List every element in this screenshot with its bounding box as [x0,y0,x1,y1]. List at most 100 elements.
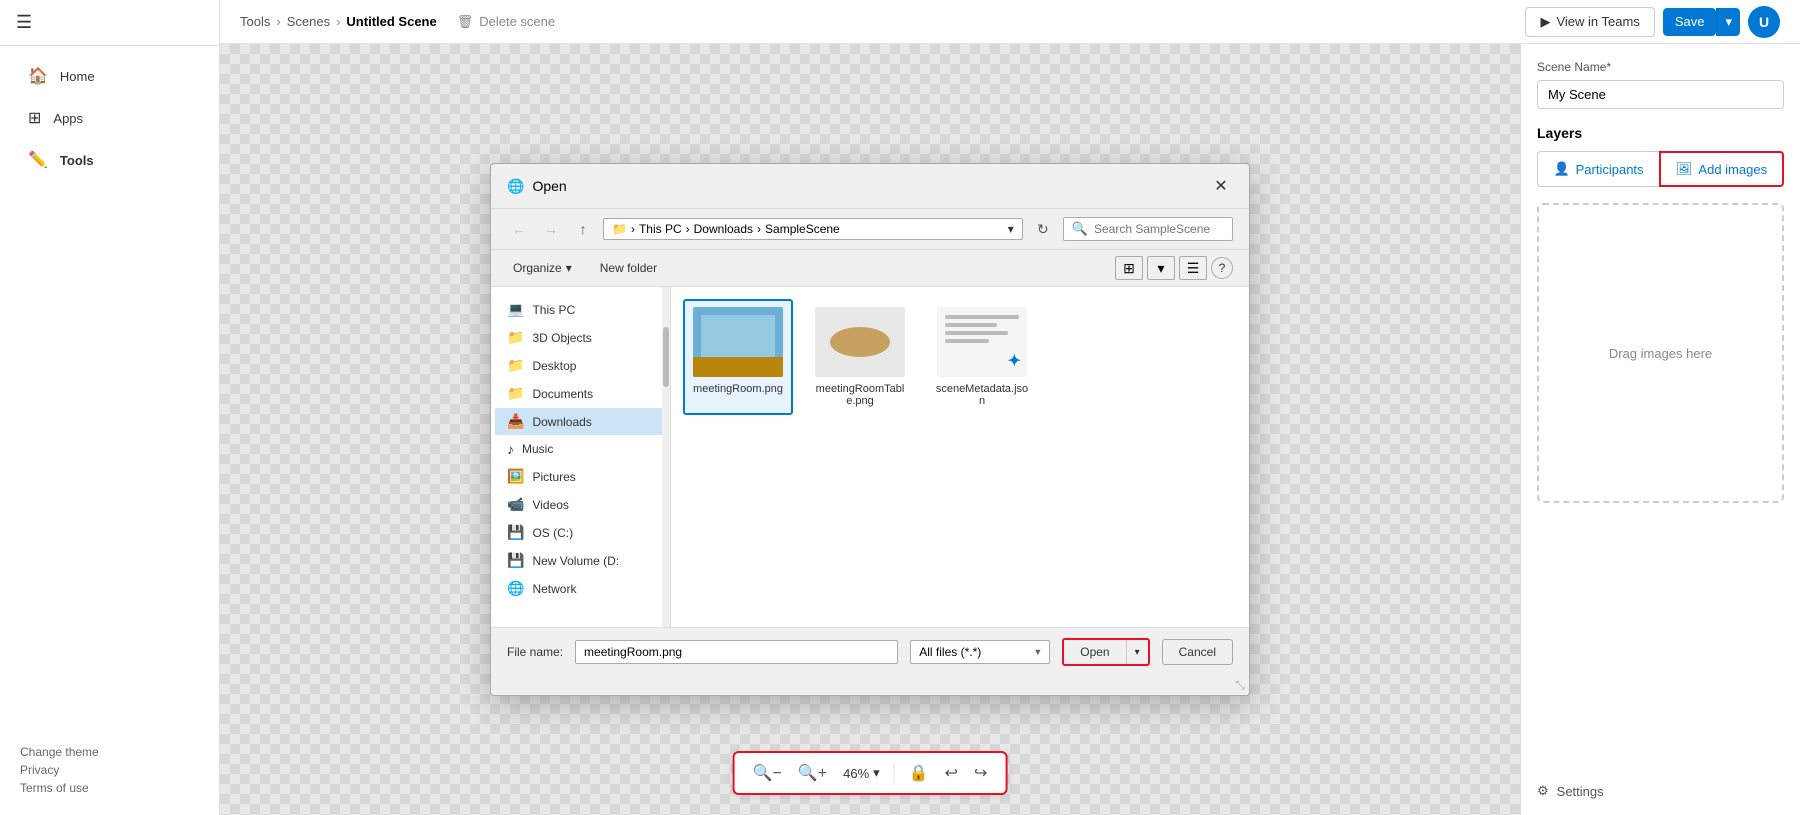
sidebar-network[interactable]: 🌐 Network [495,575,666,602]
filetype-wrapper: All files (*.*) PNG files (*.png) JSON f… [910,640,1050,664]
content-area: 🌐 Open ✕ ← → ↑ 📁 › This PC [220,44,1800,815]
sidebar-new-volume[interactable]: 💾 New Volume (D: [495,547,666,574]
path-sample-scene: SampleScene [765,222,840,236]
file-meeting-room-table[interactable]: meetingRoomTable.png [805,299,915,415]
this-pc-icon: 💻 [507,301,524,318]
downloads-icon: 📥 [507,413,524,430]
sidebar-desktop[interactable]: 📁 Desktop [495,352,666,379]
dialog-footer: File name: All files (*.*) PNG files (*.… [491,627,1249,676]
up-button[interactable]: ↑ [571,217,595,241]
dialog-titlebar: 🌐 Open ✕ [491,164,1249,209]
sidebar-os-c[interactable]: 💾 OS (C:) [495,519,666,546]
hamburger-menu[interactable]: ☰ [16,12,32,32]
view-dropdown-button[interactable]: ▾ [1147,256,1175,280]
refresh-button[interactable]: ↻ [1031,217,1055,241]
settings-label: Settings [1557,784,1604,799]
table-preview [815,307,905,377]
dialog-file-sidebar: 💻 This PC 📁 3D Objects 📁 Desktop [491,287,671,627]
desktop-icon: 📁 [507,357,524,374]
apps-icon: ⊞ [28,108,41,128]
back-button[interactable]: ← [507,217,531,241]
open-dialog: 🌐 Open ✕ ← → ↑ 📁 › This PC [490,163,1250,696]
tab-participants[interactable]: 👤 Participants [1537,151,1659,187]
topbar: Tools › Scenes › Untitled Scene 🗑 Delete… [220,0,1800,44]
sidebar-documents[interactable]: 📁 Documents [495,380,666,407]
right-panel: Scene Name* Layers 👤 Participants 🖼 Add … [1520,44,1800,815]
sidebar-videos[interactable]: 📹 Videos [495,491,666,518]
dialog-files-area: meetingRoom.png meetingRoomTable.png [671,287,1249,627]
add-images-label: Add images [1698,162,1767,177]
scene-name-label: Scene Name* [1537,60,1784,74]
delete-scene-button[interactable]: 🗑 Delete scene [457,14,555,30]
organize-label: Organize [513,261,562,275]
sidebar-3d-objects[interactable]: 📁 3D Objects [495,324,666,351]
save-dropdown-button[interactable]: ▾ [1716,8,1740,36]
downloads-label: Downloads [532,415,591,429]
tab-add-images[interactable]: 🖼 Add images [1659,151,1784,187]
dialog-close-button[interactable]: ✕ [1209,174,1233,198]
sidebar-item-home[interactable]: 🏠 Home [8,56,211,96]
organize-button[interactable]: Organize ▾ [507,258,578,278]
file-scene-metadata[interactable]: ✦ sceneMetadata.json [927,299,1037,415]
open-button[interactable]: Open [1064,640,1125,664]
participants-icon: 👤 [1553,161,1569,177]
open-button-wrapper: Open ▾ [1062,638,1149,666]
sidebar-item-apps[interactable]: ⊞ Apps [8,98,211,138]
sidebar-pictures[interactable]: 🖼️ Pictures [495,463,666,490]
breadcrumb-sep1: › [276,14,280,29]
path-folder-icon: 📁 [612,222,627,236]
new-volume-label: New Volume (D: [532,554,619,568]
filetype-select[interactable]: All files (*.*) PNG files (*.png) JSON f… [910,640,1050,664]
breadcrumb-tools[interactable]: Tools [240,14,270,29]
file-meeting-room[interactable]: meetingRoom.png [683,299,793,415]
settings-row[interactable]: ⚙ Settings [1537,767,1784,799]
filename-label: File name: [507,645,563,659]
breadcrumb-scenes[interactable]: Scenes [287,14,330,29]
new-folder-button[interactable]: New folder [594,258,663,278]
file-name-meeting-room-table: meetingRoomTable.png [813,383,907,407]
dialog-browser-icon: 🌐 [507,178,524,195]
layers-section: Layers 👤 Participants 🖼 Add images Drag … [1537,125,1784,503]
change-theme-link[interactable]: Change theme [20,745,199,759]
save-button-wrapper: Save ▾ [1663,8,1740,36]
file-thumb-meeting-room-table [815,307,905,377]
organize-bar: Organize ▾ New folder ⊞ ▾ ☰ ? [491,250,1249,287]
path-dropdown-arrow[interactable]: ▾ [1008,222,1014,236]
cancel-button[interactable]: Cancel [1162,639,1233,665]
sidebar-item-tools[interactable]: ✏️ Tools [8,140,211,180]
forward-button[interactable]: → [539,217,563,241]
3d-objects-label: 3D Objects [532,331,591,345]
path-bar[interactable]: 📁 › This PC › Downloads › SampleScene ▾ [603,218,1023,240]
view-details-button[interactable]: ☰ [1179,256,1207,280]
user-avatar[interactable]: U [1748,6,1780,38]
breadcrumb-sep2: › [336,14,340,29]
settings-icon: ⚙ [1537,783,1549,799]
sidebar-downloads[interactable]: 📥 Downloads [495,408,666,435]
search-input[interactable] [1094,222,1224,236]
file-thumb-meeting-room [693,307,783,377]
privacy-link[interactable]: Privacy [20,763,199,777]
help-button[interactable]: ? [1211,257,1233,279]
network-icon: 🌐 [507,580,524,597]
terms-link[interactable]: Terms of use [20,781,199,795]
sidebar-music[interactable]: ♪ Music [495,436,666,462]
topbar-right: ▶ View in Teams Save ▾ U [1525,6,1780,38]
scene-name-input[interactable] [1537,80,1784,109]
view-teams-button[interactable]: ▶ View in Teams [1525,7,1654,37]
json-icon: ✦ [1008,351,1021,371]
os-c-label: OS (C:) [532,526,573,540]
documents-label: Documents [532,387,593,401]
os-c-icon: 💾 [507,524,524,541]
search-box: 🔍 [1063,217,1233,241]
save-button[interactable]: Save [1663,8,1717,36]
path-separator1: › [631,222,635,236]
view-tiles-button[interactable]: ⊞ [1115,256,1143,280]
filename-input[interactable] [575,640,898,664]
play-icon: ▶ [1540,14,1550,30]
organize-chevron: ▾ [566,261,572,275]
music-icon: ♪ [507,441,514,457]
resize-handle[interactable]: ⤡ [491,676,1249,695]
videos-icon: 📹 [507,496,524,513]
open-dropdown-button[interactable]: ▾ [1126,640,1148,664]
sidebar-this-pc[interactable]: 💻 This PC [495,296,666,323]
